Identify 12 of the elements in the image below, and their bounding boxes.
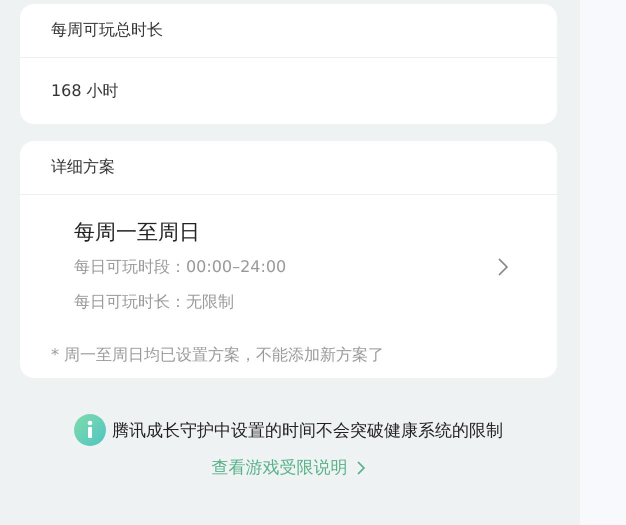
- play-period: 每日可玩时段：00:00–24:00: [74, 256, 288, 278]
- section-title: 每周可玩总时长: [51, 20, 163, 41]
- play-duration: 每日可玩时长：无限制: [74, 291, 235, 313]
- info-text: 腾讯成长守护中设置的时间不会突破健康系统的限制: [112, 420, 503, 442]
- total-hours: 168 小时: [51, 80, 119, 102]
- chevron-right-icon: [356, 460, 366, 476]
- plan-days: 每周一至周日: [74, 215, 497, 249]
- chevron-right-icon: [497, 257, 509, 277]
- info-icon: [74, 414, 106, 446]
- section-title: 详细方案: [51, 157, 115, 178]
- plan-item[interactable]: 每周一至周日 每日可玩时段：00:00–24:00 每日可玩时长：无限制: [20, 195, 557, 319]
- note-text: * 周一至周日均已设置方案，不能添加新方案了: [50, 344, 386, 366]
